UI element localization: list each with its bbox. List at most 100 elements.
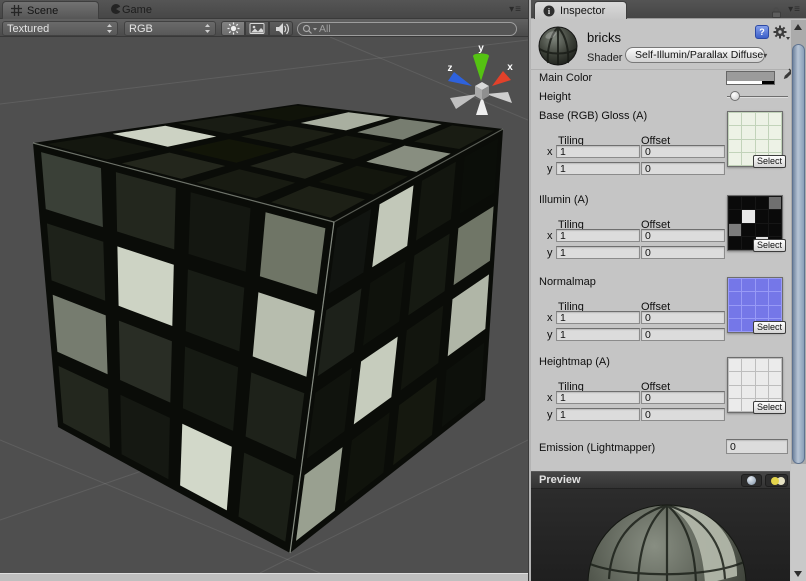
tiling-x-input[interactable] [556,229,640,242]
offset-y-input[interactable] [641,328,725,341]
emission-label: Emission (Lightmapper) [539,442,655,454]
row-label-x: x [547,392,553,404]
draw-mode-value: Textured [7,23,106,35]
tab-scene-label: Scene [27,5,58,17]
header-separator [531,69,790,70]
scene-search-field [297,22,517,36]
tiling-x-input[interactable] [556,311,640,324]
lighting-toggle-button[interactable] [221,21,245,36]
scene-toolbar: Textured RGB [0,19,528,37]
row-label-y: y [547,329,553,341]
inspector-tabbar: i Inspector ▾≡ [531,0,806,19]
help-button[interactable]: ? [755,25,769,39]
tab-game[interactable]: Game [102,1,160,19]
gizmo-center-cube[interactable] [475,82,489,100]
texture-section-label: Base (RGB) Gloss (A) [539,110,647,122]
gizmo-y-label: y [478,43,484,54]
lock-icon[interactable] [771,5,782,23]
orientation-gizmo[interactable]: y x z [442,40,518,120]
shader-dropdown[interactable]: Self-Illumin/Parallax Diffuse ▾ [625,47,765,63]
material-name: bricks [587,30,621,45]
shader-label: Shader [587,52,622,64]
updown-arrows-icon [204,23,211,34]
select-texture-button[interactable]: Select [753,321,786,334]
row-label-x: x [547,146,553,158]
search-input[interactable] [317,22,512,36]
emission-input[interactable] [726,439,788,454]
offset-x-input[interactable] [641,229,725,242]
tiling-y-input[interactable] [556,408,640,421]
scene-bottom-strip [0,573,528,581]
offset-x-input[interactable] [641,311,725,324]
preview-header[interactable]: Preview [531,471,790,489]
textured-cube [33,104,503,553]
inspector-panel-menu-icon[interactable]: ▾≡ [788,4,801,15]
inspector-scrollbar[interactable] [791,20,806,581]
updown-arrows-icon [106,23,113,34]
tab-game-label: Game [122,4,152,16]
texture-section-label: Illumin (A) [539,194,589,206]
tiling-x-input[interactable] [556,391,640,404]
offset-y-input[interactable] [641,162,725,175]
audio-toggle-button[interactable] [269,21,293,36]
offset-y-input[interactable] [641,408,725,421]
tab-inspector[interactable]: i Inspector [534,1,627,19]
offset-x-input[interactable] [641,145,725,158]
preview-mesh-button[interactable] [741,474,762,487]
game-icon [110,3,122,18]
tab-scene[interactable]: Scene [2,1,99,19]
scene-panel: Scene Game ▾≡ Textured RGB [0,0,528,581]
scene-viewport[interactable]: y x z [0,37,528,573]
color-mode-dropdown[interactable]: RGB [124,21,216,36]
texture-section-heightmap: Heightmap (A) Select Tiling Offset x y [531,356,790,430]
shader-value: Self-Illumin/Parallax Diffuse [635,49,763,61]
scrollbar-track[interactable] [791,464,806,581]
select-texture-button[interactable]: Select [753,239,786,252]
tiling-y-input[interactable] [556,246,640,259]
select-texture-button[interactable]: Select [753,155,786,168]
row-label-x: x [547,312,553,324]
gizmo-x-axis[interactable] [492,71,511,86]
gizmo-axis-back-right[interactable] [486,92,512,103]
texture-section-label: Normalmap [539,276,596,288]
scene-grid-icon [11,5,22,16]
scene-tabbar: Scene Game ▾≡ [0,0,528,19]
render-mode-button[interactable] [245,21,269,36]
height-slider-knob[interactable] [730,91,740,101]
texture-section-illumin: Illumin (A) Select Tiling Offset x y [531,194,790,268]
offset-y-input[interactable] [641,246,725,259]
scroll-up-arrow-icon[interactable] [794,24,802,30]
unity-editor-window: Scene Game ▾≡ Textured RGB [0,0,806,581]
preview-sphere [531,489,790,581]
speaker-icon [274,22,289,36]
search-icon [302,24,317,35]
row-label-y: y [547,163,553,175]
gizmo-y-axis[interactable] [473,53,489,81]
scroll-down-arrow-icon[interactable] [794,571,802,577]
select-texture-button[interactable]: Select [753,401,786,414]
tiling-x-input[interactable] [556,145,640,158]
preview-body[interactable] [531,489,790,581]
row-label-y: y [547,247,553,259]
main-color-value [727,72,774,81]
offset-x-input[interactable] [641,391,725,404]
texture-section-normalmap: Normalmap Select Tiling Offset x y [531,276,790,350]
scene-panel-menu-icon[interactable]: ▾≡ [509,4,522,15]
main-color-swatch[interactable] [726,71,775,85]
tiling-y-input[interactable] [556,162,640,175]
tiling-y-input[interactable] [556,328,640,341]
row-label-y: y [547,409,553,421]
height-label: Height [539,91,571,103]
gizmo-x-label: x [507,62,513,73]
main-color-label: Main Color [539,72,592,84]
draw-mode-dropdown[interactable]: Textured [2,21,118,36]
gear-icon[interactable] [773,25,790,46]
material-preview-ball [537,25,579,72]
scrollbar-thumb[interactable] [792,44,805,464]
preview-light-button[interactable] [765,474,788,487]
gizmo-z-axis[interactable] [448,72,472,86]
texture-section-base: Base (RGB) Gloss (A) Select Tiling Offse… [531,110,790,184]
gizmo-axis-back-left[interactable] [450,94,478,109]
light-dot-icon [771,477,779,485]
alpha-bar-black [762,81,774,84]
